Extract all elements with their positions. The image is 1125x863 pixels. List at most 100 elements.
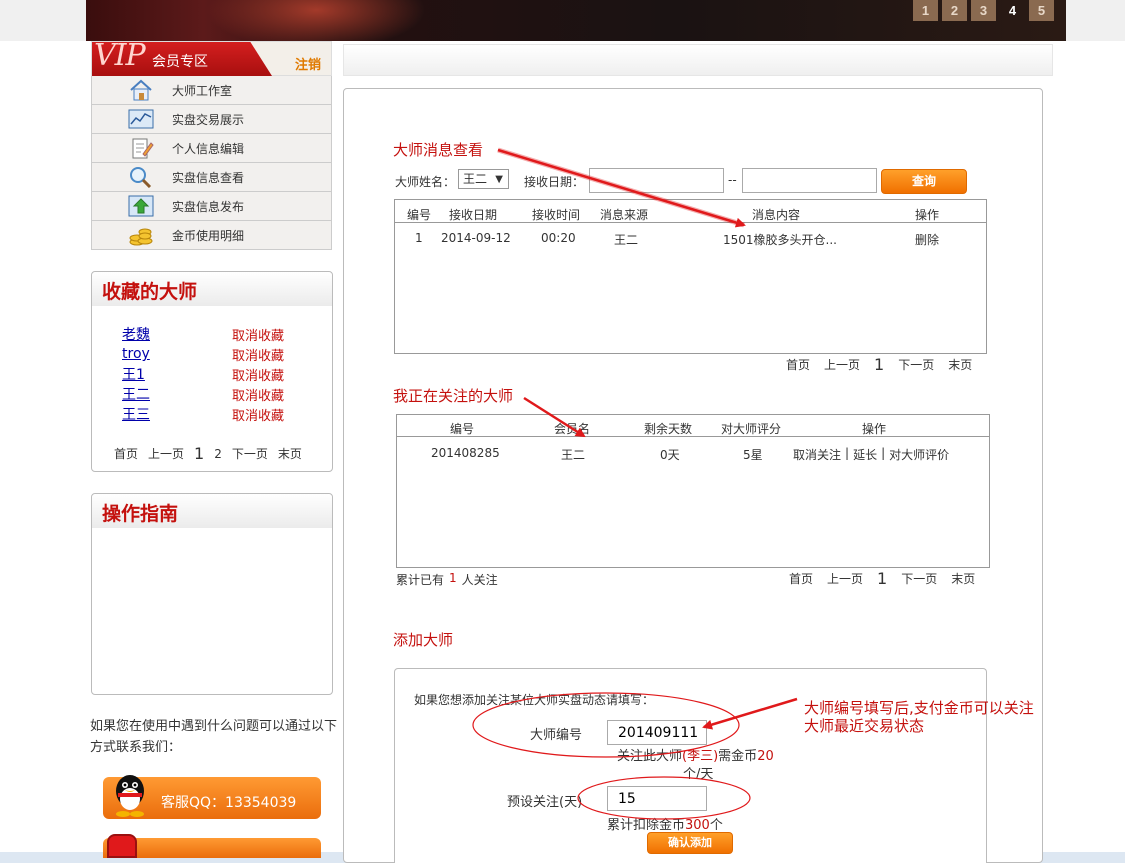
column-header: 接收时间	[532, 208, 581, 222]
banner-page-2[interactable]: 2	[942, 0, 967, 21]
following-table	[396, 414, 990, 568]
list-item: 王三 取消收藏	[122, 404, 312, 424]
favorites-list: 老魏 取消收藏 troy 取消收藏 王1 取消收藏 王二 取消收藏 王三 取消收…	[122, 324, 312, 424]
pager-prev[interactable]: 上一页	[827, 570, 863, 587]
upload-arrow-icon	[128, 195, 154, 217]
pager-prev[interactable]: 上一页	[824, 356, 860, 373]
pager-first[interactable]: 首页	[789, 570, 813, 587]
unfavorite-link[interactable]: 取消收藏	[232, 345, 284, 364]
sidebar-item-publish[interactable]: 实盘信息发布	[92, 192, 331, 221]
qq-support-button[interactable]: 客服QQ：13354039	[103, 775, 321, 819]
pager-page-2[interactable]: 2	[214, 447, 222, 461]
vip-title: 会员专区	[152, 54, 208, 70]
pager-current: 1	[874, 355, 885, 374]
pager-first[interactable]: 首页	[786, 356, 810, 373]
column-header: 对大师评分	[721, 422, 782, 436]
master-id-input[interactable]	[607, 720, 707, 745]
cost-amount: 20	[757, 749, 774, 764]
master-name-select[interactable]: 王二 ▼	[458, 169, 509, 189]
cost-prefix: 关注此大师	[617, 749, 683, 764]
help-text: 如果您在使用中遇到什么问题可以通过以下方式联系我们：	[90, 719, 338, 755]
extend-link[interactable]: 延长	[853, 446, 877, 463]
vip-header-banner: VIP 会员专区	[92, 42, 272, 76]
annotation-line-2: 大师最近交易状态	[804, 717, 925, 735]
banner-page-4[interactable]: 4	[1000, 0, 1025, 21]
column-header: 剩余天数	[644, 422, 693, 436]
message-content[interactable]: 1501橡胶多头开仓...	[723, 231, 837, 248]
phone-support-button[interactable]	[103, 834, 321, 858]
unfavorite-link[interactable]: 取消收藏	[232, 365, 284, 384]
list-item: 王1 取消收藏	[122, 364, 312, 384]
favorite-master-link[interactable]: 老魏	[122, 324, 232, 344]
following-summary: 累计已有 1 人关注	[396, 571, 498, 588]
sidebar-item-view[interactable]: 实盘信息查看	[92, 163, 331, 192]
logout-link[interactable]: 注销	[295, 54, 321, 73]
messages-section-title: 大师消息查看	[393, 141, 484, 159]
banner-page-1[interactable]: 1	[913, 0, 938, 21]
pager-next[interactable]: 下一页	[898, 356, 934, 373]
pager-last[interactable]: 末页	[951, 570, 975, 587]
banner-page-3[interactable]: 3	[971, 0, 996, 21]
unfavorite-link[interactable]: 取消收藏	[232, 405, 284, 424]
pager-next[interactable]: 下一页	[901, 570, 937, 587]
messages-pager: 首页 上一页 1 下一页 末页	[786, 355, 972, 374]
following-id: 201408285	[431, 446, 500, 460]
unfavorite-link[interactable]: 取消收藏	[232, 385, 284, 404]
sidebar-item-trades[interactable]: 实盘交易展示	[92, 105, 331, 134]
favorites-pager: 首页 上一页 1 2 下一页 末页	[114, 444, 302, 463]
penguin-icon	[109, 771, 151, 819]
sidebar-item-label: 实盘交易展示	[172, 112, 245, 127]
summary-prefix: 累计已有	[396, 573, 445, 587]
favorite-master-link[interactable]: 王三	[122, 404, 232, 424]
delete-message-link[interactable]: 删除	[915, 231, 939, 248]
favorite-master-link[interactable]: 王1	[122, 364, 232, 384]
column-header: 会员名	[554, 422, 591, 436]
add-master-section-title: 添加大师	[393, 631, 454, 649]
qq-support-label: 客服QQ：13354039	[161, 795, 297, 811]
master-name-selected: 王二	[463, 172, 488, 186]
sidebar-menu: 大师工作室 实盘交易展示 个人信息编辑 实盘信息查看 实盘信息发布 金币使用明细	[91, 76, 332, 250]
column-header: 编号	[407, 208, 432, 222]
pager-last[interactable]: 末页	[948, 356, 972, 373]
follow-days-input[interactable]	[607, 786, 707, 811]
sidebar-item-label: 实盘信息查看	[172, 170, 245, 185]
guide-title: 操作指南	[92, 494, 332, 528]
house-icon	[128, 79, 154, 101]
banner-page-5[interactable]: 5	[1029, 0, 1054, 21]
sidebar-item-label: 金币使用明细	[172, 228, 245, 243]
list-item: troy 取消收藏	[122, 344, 312, 364]
column-header: 操作	[915, 208, 940, 222]
sidebar-item-studio[interactable]: 大师工作室	[92, 76, 331, 105]
sidebar-item-coins[interactable]: 金币使用明细	[92, 221, 331, 250]
message-date: 2014-09-12	[441, 231, 511, 245]
following-days: 0天	[660, 448, 680, 462]
date-to-input[interactable]	[742, 168, 877, 193]
summary-count: 1	[449, 571, 457, 585]
column-header: 消息内容	[752, 208, 801, 222]
favorite-master-link[interactable]: 王二	[122, 384, 232, 404]
sidebar-item-profile[interactable]: 个人信息编辑	[92, 134, 331, 163]
receive-date-label: 接收日期：	[524, 175, 585, 189]
query-button[interactable]: 查询	[881, 169, 967, 194]
unfavorite-link[interactable]: 取消收藏	[232, 325, 284, 344]
pager-next[interactable]: 下一页	[232, 445, 268, 462]
annotation-line-1: 大师编号填写后,支付金币可以关注	[804, 699, 1034, 717]
rate-master-link[interactable]: 对大师评价	[889, 446, 949, 463]
magnifier-icon	[128, 166, 154, 188]
cost-unit: 个/天	[683, 767, 714, 782]
annotation-note: 大师编号填写后,支付金币可以关注 大师最近交易状态	[804, 699, 1054, 735]
favorite-master-link[interactable]: troy	[122, 346, 232, 362]
confirm-add-button[interactable]: 确认添加	[647, 832, 733, 854]
list-item: 王二 取消收藏	[122, 384, 312, 404]
message-time: 00:20	[541, 231, 576, 245]
pager-prev[interactable]: 上一页	[148, 445, 184, 462]
master-name-label: 大师姓名：	[395, 175, 456, 189]
vip-logo: VIP	[94, 38, 146, 73]
pager-last[interactable]: 末页	[278, 445, 302, 462]
pager-first[interactable]: 首页	[114, 445, 138, 462]
master-id-label: 大师编号	[530, 728, 583, 743]
unfollow-link[interactable]: 取消关注	[793, 446, 841, 463]
date-from-input[interactable]	[589, 168, 724, 193]
action-separator: |	[845, 446, 850, 460]
chart-icon	[128, 108, 154, 130]
